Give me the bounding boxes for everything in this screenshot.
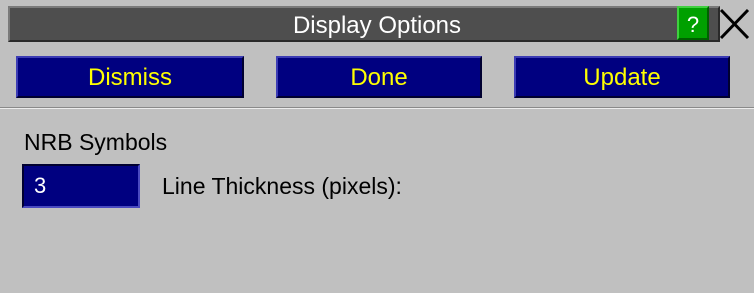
title-bar (8, 6, 720, 42)
update-button[interactable]: Update (514, 56, 730, 98)
help-button[interactable]: ? (677, 6, 709, 40)
dismiss-button[interactable]: Dismiss (16, 56, 244, 98)
close-button[interactable] (715, 4, 753, 42)
line-thickness-label: Line Thickness (pixels): (162, 173, 402, 199)
display-options-window: Display Options ? Dismiss Done Update NR… (0, 0, 754, 293)
section-title-nrb-symbols: NRB Symbols (24, 129, 168, 155)
line-thickness-input[interactable] (22, 164, 140, 208)
done-button[interactable]: Done (276, 56, 482, 98)
divider (0, 107, 754, 109)
close-icon (719, 8, 750, 40)
